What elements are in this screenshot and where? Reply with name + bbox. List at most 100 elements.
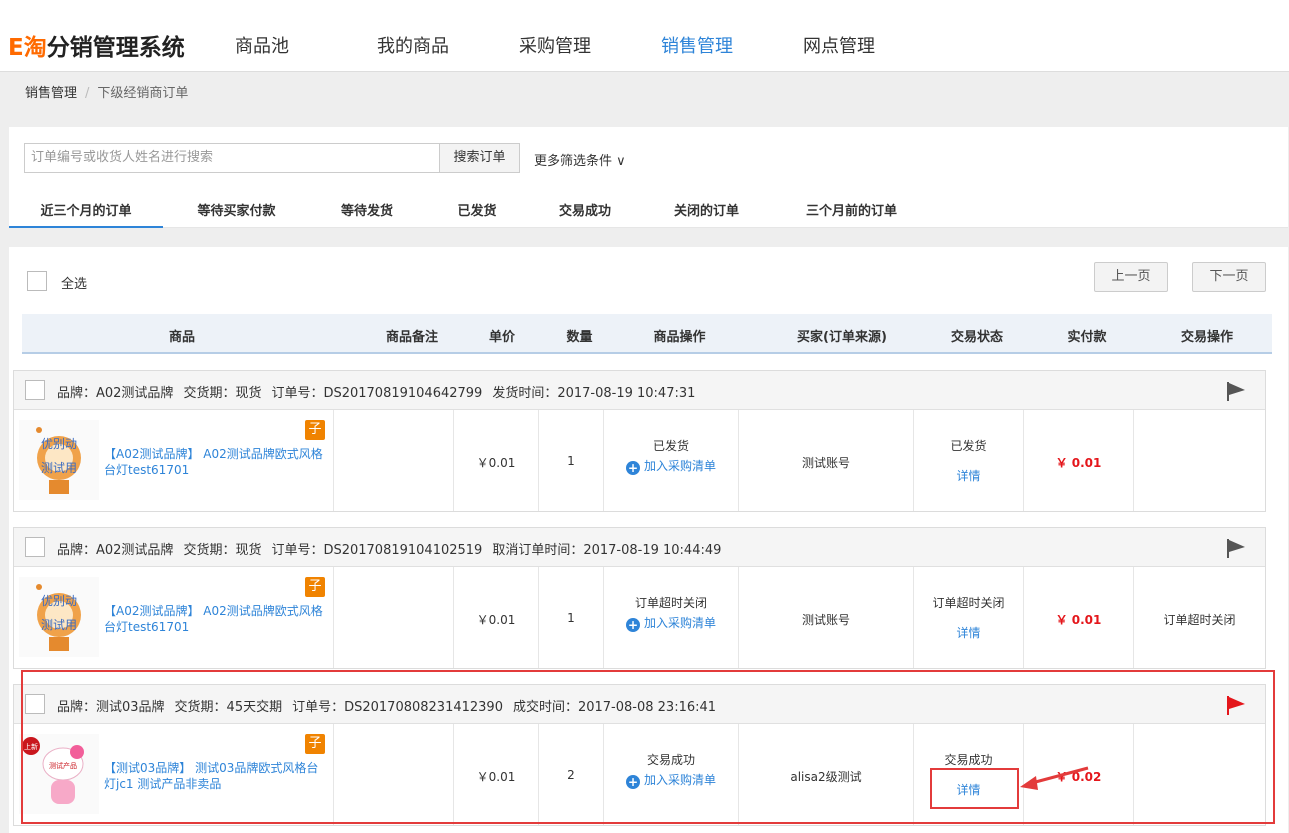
next-page-button[interactable]: 下一页 — [1192, 262, 1266, 292]
tab-completed[interactable]: 交易成功 — [545, 199, 625, 228]
tab-awaiting-payment[interactable]: 等待买家付款 — [179, 199, 294, 228]
flag-icon[interactable] — [1225, 380, 1247, 402]
detail-link[interactable]: 详情 — [914, 624, 1023, 641]
svg-text:测试产品: 测试产品 — [49, 761, 77, 770]
tab-awaiting-shipment[interactable]: 等待发货 — [327, 199, 407, 228]
tab-shipped[interactable]: 已发货 — [442, 199, 512, 228]
remark-cell — [334, 567, 454, 668]
svg-text:上新: 上新 — [24, 742, 38, 751]
order-checkbox[interactable] — [25, 537, 45, 557]
tab-older-than-3-months[interactable]: 三个月前的订单 — [789, 199, 914, 228]
flag-icon[interactable] — [1225, 694, 1247, 716]
price-cell: ￥0.01 — [454, 724, 539, 825]
quantity: 2 — [567, 768, 575, 782]
search-panel: 订单编号或收货人姓名进行搜索 搜索订单 更多筛选条件 ∨ 近三个月的订单 等待买… — [9, 127, 1288, 228]
add-to-purchase-list[interactable]: + 加入采购清单 — [604, 457, 738, 475]
add-to-purchase-list[interactable]: + 加入采购清单 — [604, 614, 738, 632]
col-buyer: 买家(订单来源) — [797, 330, 887, 345]
product-name-link[interactable]: 【A02测试品牌】 A02测试品牌欧式风格台灯test61701 — [104, 446, 329, 478]
unit-price: ￥0.01 — [476, 770, 516, 784]
item-status: 订单超时关闭 — [634, 596, 707, 610]
detail-link[interactable]: 详情 — [914, 781, 1023, 798]
paid-cell: ￥ 0.01 — [1024, 567, 1134, 668]
remark-cell — [334, 724, 454, 825]
col-remark: 商品备注 — [385, 330, 438, 345]
nav-sales[interactable]: 销售管理 — [661, 32, 733, 58]
product-cell: 上新 测试产品 子 【测试03品牌】 测试03品牌欧式风格台灯jc1 测试产品非… — [14, 724, 334, 825]
trade-actions-cell — [1134, 724, 1265, 825]
buyer-name: alisa2级测试 — [790, 770, 862, 784]
order-header: 品牌：A02测试品牌 交货期：现货 订单号：DS20170819104642799 发… — [14, 371, 1265, 410]
search-input[interactable]: 订单编号或收货人姓名进行搜索 — [24, 143, 440, 173]
breadcrumb-root[interactable]: 销售管理 — [25, 86, 77, 101]
order-info: 品牌：A02测试品牌 交货期：现货 订单号：DS20170819104642799 发… — [57, 382, 705, 401]
qty-cell: 1 — [539, 567, 604, 668]
product-thumbnail[interactable]: 上新 测试产品 — [19, 734, 99, 814]
order-row: 品牌：A02测试品牌 交货期：现货 订单号：DS20170819104102519 取… — [13, 527, 1266, 669]
flag-icon[interactable] — [1225, 537, 1247, 559]
item-actions-cell: 已发货 + 加入采购清单 — [604, 410, 739, 511]
order-tabs: 近三个月的订单 等待买家付款 等待发货 已发货 交易成功 关闭的订单 三个月前的… — [9, 199, 1288, 228]
sub-order-badge: 子 — [305, 734, 325, 754]
col-price: 单价 — [488, 330, 515, 345]
nav-product-pool[interactable]: 商品池 — [235, 32, 289, 58]
nav-purchase[interactable]: 采购管理 — [519, 32, 591, 58]
svg-text:优别动: 优别动 — [41, 594, 77, 608]
tab-recent-3-months[interactable]: 近三个月的订单 — [9, 199, 163, 228]
product-cell: 优别动 测试用 子 【A02测试品牌】 A02测试品牌欧式风格台灯test617… — [14, 410, 334, 511]
trade-status-cell: 订单超时关闭 详情 — [914, 567, 1024, 668]
order-checkbox[interactable] — [25, 380, 45, 400]
order-header: 品牌：A02测试品牌 交货期：现货 订单号：DS20170819104102519 取… — [14, 528, 1265, 567]
nav-my-products[interactable]: 我的商品 — [377, 32, 449, 58]
order-info: 品牌：A02测试品牌 交货期：现货 订单号：DS20170819104102519 取… — [57, 539, 731, 558]
order-time: 成交时间：2017-08-08 23:16:41 — [512, 700, 717, 715]
trade-actions-cell: 订单超时关闭 — [1134, 567, 1265, 668]
logo[interactable]: E淘分销管理系统 — [8, 28, 185, 62]
order-brand: 品牌：A02测试品牌 — [57, 543, 174, 558]
remark-cell — [334, 410, 454, 511]
detail-link[interactable]: 详情 — [914, 467, 1023, 484]
top-nav: E淘分销管理系统 商品池 我的商品 采购管理 销售管理 网点管理 — [0, 0, 1289, 72]
order-number: 订单号：DS20170819104102519 — [271, 543, 483, 558]
breadcrumb: 销售管理 / 下级经销商订单 — [25, 82, 188, 101]
breadcrumb-separator: / — [85, 86, 90, 101]
paid-cell: ￥ 0.01 — [1024, 410, 1134, 511]
sub-order-badge: 子 — [305, 420, 325, 440]
order-header: 品牌：测试03品牌 交货期：45天交期 订单号：DS2017080823141239… — [14, 685, 1265, 724]
more-filters-toggle[interactable]: 更多筛选条件 ∨ — [534, 150, 626, 169]
sub-order-badge: 子 — [305, 577, 325, 597]
order-number: 订单号：DS20170819104642799 — [271, 386, 483, 401]
trade-status-cell: 已发货 详情 — [914, 410, 1024, 511]
table-header: 商品 商品备注 单价 数量 商品操作 买家(订单来源) 交易状态 实付款 交易操… — [22, 314, 1272, 354]
tab-closed[interactable]: 关闭的订单 — [659, 199, 754, 228]
order-info: 品牌：测试03品牌 交货期：45天交期 订单号：DS2017080823141239… — [57, 696, 726, 715]
product-name-link[interactable]: 【测试03品牌】 测试03品牌欧式风格台灯jc1 测试产品非卖品 — [104, 760, 329, 792]
col-qty: 数量 — [566, 330, 593, 345]
prev-page-button[interactable]: 上一页 — [1094, 262, 1168, 292]
select-all-checkbox[interactable] — [27, 271, 47, 291]
product-thumbnail[interactable]: 优别动 测试用 — [19, 420, 99, 500]
order-body: 优别动 测试用 子 【A02测试品牌】 A02测试品牌欧式风格台灯test617… — [14, 410, 1265, 511]
order-brand: 品牌：测试03品牌 — [57, 700, 165, 715]
price-cell: ￥0.01 — [454, 410, 539, 511]
order-checkbox[interactable] — [25, 694, 45, 714]
col-product: 商品 — [168, 330, 195, 345]
paid-amount: ￥ 0.01 — [1055, 613, 1102, 627]
trade-status: 已发货 — [950, 439, 987, 453]
nav-outlets[interactable]: 网点管理 — [803, 32, 875, 58]
svg-text:测试用: 测试用 — [41, 617, 77, 632]
add-to-purchase-list[interactable]: + 加入采购清单 — [604, 771, 738, 789]
trade-action-text: 订单超时关闭 — [1163, 613, 1236, 627]
order-number: 订单号：DS20170808231412390 — [292, 700, 503, 715]
product-name-link[interactable]: 【A02测试品牌】 A02测试品牌欧式风格台灯test61701 — [104, 603, 329, 635]
buyer-cell: 测试账号 — [739, 567, 914, 668]
order-time: 发货时间：2017-08-19 10:47:31 — [492, 386, 696, 401]
plus-icon: + — [625, 775, 640, 789]
svg-text:优别动: 优别动 — [41, 437, 77, 451]
quantity: 1 — [567, 454, 575, 468]
product-thumbnail[interactable]: 优别动 测试用 — [19, 577, 99, 657]
search-button[interactable]: 搜索订单 — [439, 143, 520, 173]
buyer-cell: 测试账号 — [739, 410, 914, 511]
buyer-cell: alisa2级测试 — [739, 724, 914, 825]
order-delivery: 交货期：现货 — [183, 543, 262, 558]
